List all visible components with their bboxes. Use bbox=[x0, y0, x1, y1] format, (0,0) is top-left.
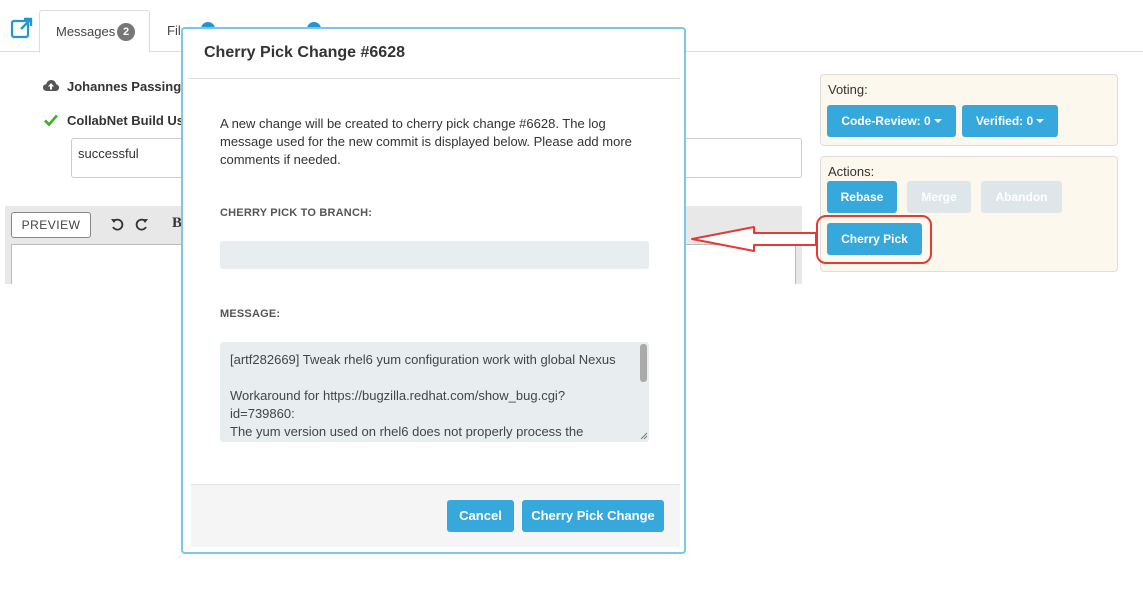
code-review-dropdown[interactable]: Code-Review: 0 bbox=[827, 105, 956, 137]
tab-messages[interactable]: Messages 2 bbox=[39, 10, 150, 53]
abandon-button[interactable]: Abandon bbox=[981, 181, 1062, 213]
code-review-label: Code-Review: 0 bbox=[841, 114, 931, 128]
message-line: Workaround for https://bugzilla.redhat.c… bbox=[230, 388, 566, 403]
undo-icon[interactable] bbox=[110, 217, 124, 231]
branch-label: CHERRY PICK TO BRANCH: bbox=[220, 207, 373, 219]
cherry-pick-dialog: Cherry Pick Change #6628 A new change wi… bbox=[181, 27, 686, 554]
dialog-description: A new change will be created to cherry p… bbox=[220, 116, 632, 167]
arrow-left-icon bbox=[691, 226, 817, 252]
verified-dropdown[interactable]: Verified: 0 bbox=[962, 105, 1058, 137]
rebase-button[interactable]: Rebase bbox=[827, 181, 897, 213]
message-line: The yum version used on rhel6 does not p… bbox=[230, 424, 584, 439]
actions-title: Actions: bbox=[828, 164, 875, 179]
dialog-divider bbox=[189, 78, 680, 79]
cherry-pick-change-button[interactable]: Cherry Pick Change bbox=[522, 500, 664, 532]
message-line bbox=[230, 369, 639, 387]
merge-button[interactable]: Merge bbox=[907, 181, 971, 213]
external-link-icon[interactable] bbox=[10, 16, 34, 40]
message-label: MESSAGE: bbox=[220, 308, 281, 320]
dialog-footer: Cancel Cherry Pick Change bbox=[191, 484, 680, 547]
preview-button[interactable]: PREVIEW bbox=[11, 212, 91, 238]
dialog-title: Cherry Pick Change #6628 bbox=[204, 44, 405, 61]
voting-title: Voting: bbox=[828, 82, 868, 97]
verified-label: Verified: 0 bbox=[975, 114, 1034, 128]
voting-panel: Voting: Code-Review: 0 Verified: 0 bbox=[820, 74, 1118, 146]
message-author-1: Johannes Passing bbox=[67, 79, 182, 94]
commit-message-textarea[interactable]: [artf282669] Tweak rhel6 yum configurati… bbox=[220, 342, 649, 442]
messages-count-badge: 2 bbox=[117, 23, 135, 41]
message-row-1[interactable]: Johannes Passing bbox=[43, 79, 181, 94]
cloud-upload-icon bbox=[43, 80, 59, 91]
chevron-down-icon bbox=[1036, 119, 1045, 123]
cherry-pick-highlight-outline bbox=[816, 215, 932, 264]
chevron-down-icon bbox=[933, 119, 942, 123]
tab-messages-label: Messages bbox=[56, 24, 116, 39]
message-author-2: CollabNet Build Use bbox=[67, 113, 192, 128]
redo-icon[interactable] bbox=[135, 217, 149, 231]
resize-handle-icon[interactable] bbox=[639, 431, 648, 440]
cancel-button[interactable]: Cancel bbox=[447, 500, 514, 532]
message-line: id=739860: bbox=[230, 406, 295, 421]
message-row-2[interactable]: CollabNet Build Use bbox=[43, 113, 191, 128]
message-scrollbar[interactable] bbox=[640, 344, 647, 382]
message-line: [artf282669] Tweak rhel6 yum configurati… bbox=[230, 352, 616, 367]
branch-input[interactable] bbox=[220, 241, 649, 269]
check-icon bbox=[44, 114, 59, 127]
